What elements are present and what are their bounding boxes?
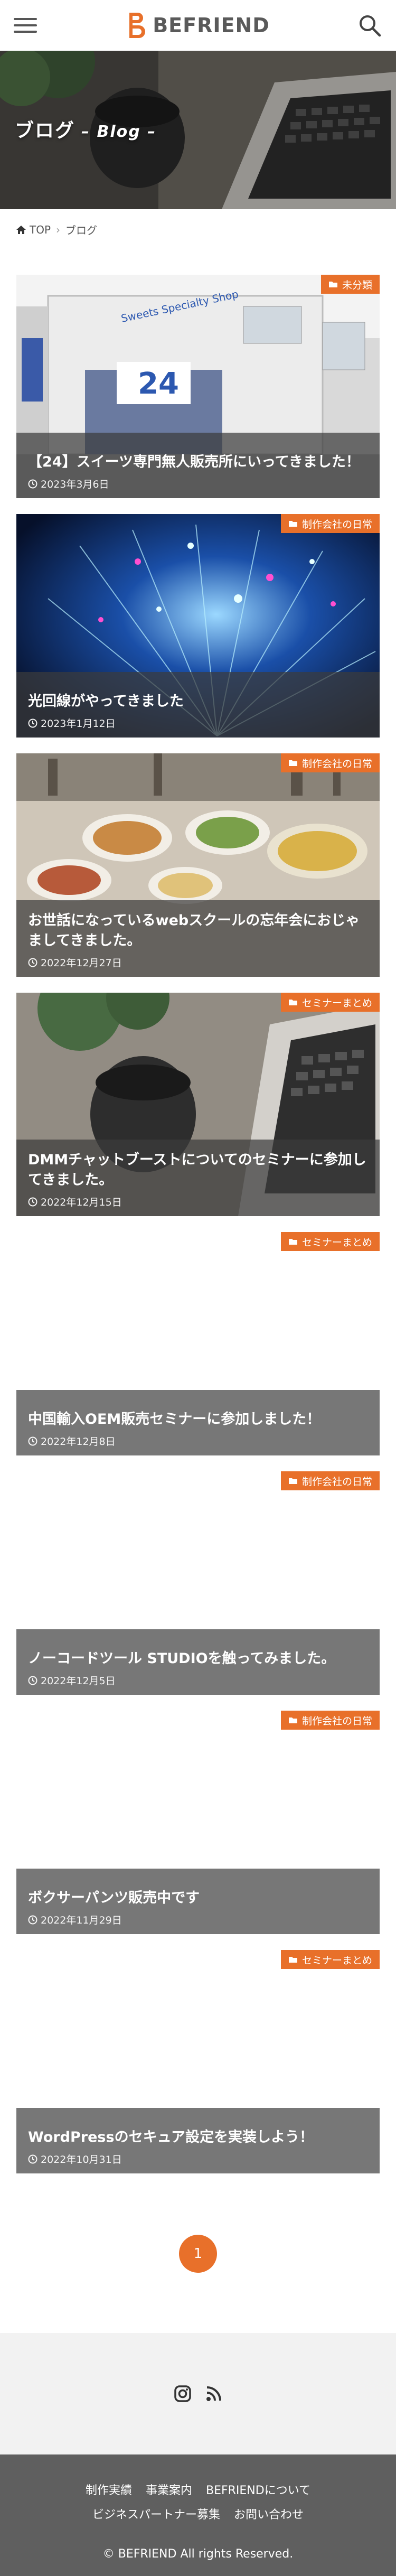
post-date-text: 2022年11月29日: [41, 1915, 122, 1926]
category-badge[interactable]: 未分類: [320, 275, 380, 294]
folder-icon: [288, 760, 297, 766]
clock-icon: [28, 1436, 37, 1445]
clock-icon: [28, 1676, 37, 1685]
chevron-right-icon: ›: [56, 223, 61, 236]
breadcrumb-home[interactable]: TOP: [16, 223, 51, 236]
copyright-text: © BEFRIEND All rights Reserved.: [102, 2547, 294, 2561]
category-label: 制作会社の日常: [301, 518, 372, 530]
post-title: ボクサーパンツ販売中です: [28, 1890, 200, 1906]
home-icon: [16, 225, 26, 234]
post-card[interactable]: セミナーまとめ DMMチャットブーストについてのセミナーに参加してきました。 2…: [16, 993, 380, 1216]
post-date: 2022年10月31日: [28, 2152, 369, 2166]
post-date: 2022年12月8日: [28, 1434, 369, 1448]
logo-b-icon: [129, 13, 146, 38]
logo-text: BEFRIEND: [153, 14, 270, 37]
post-title: WordPressのセキュア設定を実装しよう！: [28, 2129, 314, 2145]
footer-nav-row-2: ビジネスパートナー募集 お問い合わせ: [0, 2505, 396, 2522]
rss-icon[interactable]: [205, 2385, 222, 2402]
folder-icon: [288, 1000, 297, 1005]
post-date-text: 2023年3月6日: [41, 479, 109, 490]
category-badge[interactable]: 制作会社の日常: [280, 514, 380, 533]
post-date: 2022年12月15日: [28, 1194, 369, 1209]
category-badge[interactable]: セミナーまとめ: [280, 993, 380, 1012]
category-label: 制作会社の日常: [301, 758, 372, 770]
footer-link-about[interactable]: BEFRIENDについて: [206, 2481, 310, 2498]
site-footer: 制作実績 事業案内 BEFRIENDについて ビジネスパートナー募集 お問い合わ…: [0, 2454, 396, 2576]
post-date: 2023年3月6日: [28, 477, 369, 491]
sns-links: [0, 2333, 396, 2454]
post-caption: 光回線がやってきました 2023年1月12日: [16, 672, 380, 738]
page-title: ブログ – Blog –: [15, 115, 156, 143]
footer-nav-row-1: 制作実績 事業案内 BEFRIENDについて: [0, 2481, 396, 2498]
clock-icon: [28, 479, 37, 488]
post-caption: 中国輸入OEM販売セミナーに参加しました！ 2022年12月8日: [16, 1390, 380, 1455]
category-label: 未分類: [342, 279, 372, 291]
site-header: BEFRIEND: [0, 0, 396, 51]
footer-link-partner[interactable]: ビジネスパートナー募集: [92, 2505, 220, 2522]
menu-icon[interactable]: [14, 16, 38, 35]
hero-banner: ブログ – Blog –: [0, 51, 396, 209]
post-card[interactable]: ボクサーパンツ販売中です 2022年11月29日: [16, 1711, 380, 1934]
post-date: 2022年11月29日: [28, 1912, 369, 1927]
instagram-icon[interactable]: [174, 2385, 192, 2403]
search-icon[interactable]: [357, 13, 382, 38]
folder-icon: [328, 282, 337, 287]
clock-icon: [28, 1197, 37, 1206]
post-date: 2022年12月5日: [28, 1673, 369, 1687]
site-logo[interactable]: BEFRIEND: [126, 11, 270, 40]
page-subtitle: – Blog –: [81, 123, 157, 141]
post-date-text: 2022年12月27日: [41, 957, 122, 969]
shop-number-text: 24: [138, 367, 179, 401]
pagination-page-current[interactable]: 1: [179, 2235, 217, 2273]
category-badge[interactable]: 制作会社の日常: [280, 753, 380, 772]
post-caption: DMMチャットブーストについてのセミナーに参加してきました。 2022年12月1…: [16, 1140, 380, 1216]
post-date: 2022年12月27日: [28, 955, 369, 969]
post-title: 中国輸入OEM販売セミナーに参加しました！: [28, 1411, 321, 1427]
footer-link-contact[interactable]: お問い合わせ: [234, 2505, 304, 2522]
post-caption: ボクサーパンツ販売中です 2022年11月29日: [16, 1869, 380, 1934]
folder-icon: [288, 521, 297, 527]
post-title: DMMチャットブーストについてのセミナーに参加してきました。: [28, 1152, 366, 1188]
post-title: 【24】スイーツ専門無人販売所にいってきました！: [28, 454, 360, 470]
post-caption: WordPressのセキュア設定を実装しよう！ 2022年10月31日: [16, 2108, 380, 2173]
clock-icon: [28, 718, 37, 727]
clock-icon: [28, 2154, 37, 2163]
post-card[interactable]: ノーコードツール STUDIOを触ってみました。 2022年12月5日: [16, 1471, 380, 1695]
category-label: セミナーまとめ: [301, 997, 372, 1009]
breadcrumb-current: ブログ: [65, 224, 98, 237]
post-date-text: 2023年1月12日: [41, 718, 116, 730]
breadcrumb-home-label: TOP: [30, 223, 51, 236]
post-date-text: 2022年12月5日: [41, 1675, 116, 1687]
clock-icon: [28, 958, 37, 967]
post-card[interactable]: Sweets Specialty Shop 24 未分類 【24】スイーツ専門無…: [16, 275, 380, 498]
post-date-text: 2022年12月15日: [41, 1197, 122, 1208]
breadcrumb: TOP › ブログ: [16, 222, 97, 237]
post-date-text: 2022年10月31日: [41, 2154, 122, 2166]
clock-icon: [28, 1915, 37, 1924]
post-date-text: 2022年12月8日: [41, 1436, 116, 1448]
footer-link-business[interactable]: 事業案内: [146, 2481, 192, 2498]
post-title: ノーコードツール STUDIOを触ってみました。: [28, 1650, 336, 1667]
post-date: 2023年1月12日: [28, 716, 369, 730]
post-caption: 【24】スイーツ専門無人販売所にいってきました！ 2023年3月6日: [16, 433, 380, 498]
post-caption: ノーコードツール STUDIOを触ってみました。 2022年12月5日: [16, 1629, 380, 1695]
post-card[interactable]: 制作会社の日常 光回線がやってきました 2023年1月12日: [16, 514, 380, 738]
post-card[interactable]: 制作会社の日常 お世話になっているwebスクールの忘年会におじゃましてきました。…: [16, 753, 380, 977]
page-title-text: ブログ: [15, 120, 76, 142]
post-card[interactable]: 中国輸入OEM販売セミナーに参加しました！ 2022年12月8日: [16, 1232, 380, 1455]
post-card[interactable]: WordPressのセキュア設定を実装しよう！ 2022年10月31日: [16, 1950, 380, 2173]
post-title: お世話になっているwebスクールの忘年会におじゃましてきました。: [28, 912, 360, 949]
post-title: 光回線がやってきました: [28, 693, 184, 710]
footer-link-works[interactable]: 制作実績: [86, 2481, 132, 2498]
post-caption: お世話になっているwebスクールの忘年会におじゃましてきました。 2022年12…: [16, 900, 380, 977]
